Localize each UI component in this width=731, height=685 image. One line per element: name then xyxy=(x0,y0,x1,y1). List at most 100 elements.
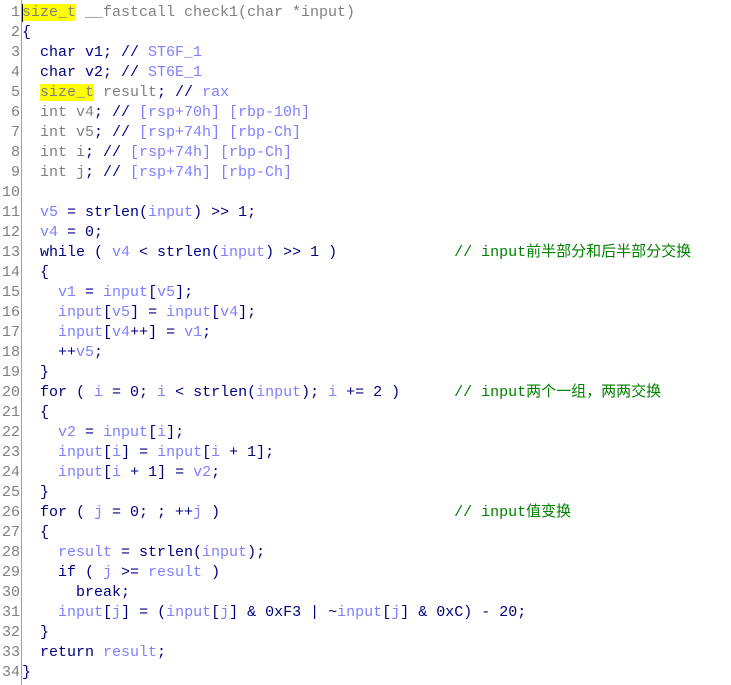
line-number: 19 xyxy=(1,364,20,381)
code-token: int v4 xyxy=(22,104,95,121)
code-token: [rsp+70h] [rbp-10h] xyxy=(139,104,311,121)
line-number: 15 xyxy=(1,284,20,301)
line-number: 24 xyxy=(1,464,20,481)
code-line[interactable]: 21 { xyxy=(0,403,731,423)
code-token: input xyxy=(337,604,383,621)
code-line[interactable]: 23 input[i] = input[i + 1]; xyxy=(0,443,731,463)
code-line[interactable]: 2{ xyxy=(0,23,731,43)
code-token: [ xyxy=(148,284,158,301)
code-token: >= xyxy=(112,564,149,581)
highlighted-token: size_t xyxy=(22,4,77,21)
code-token: input xyxy=(166,304,212,321)
code-token: ) xyxy=(202,504,455,521)
code-token: input xyxy=(256,384,302,401)
code-line[interactable]: 3 char v1; // ST6F_1 xyxy=(0,43,731,63)
code-token: ) >> 1 ) xyxy=(265,244,455,261)
code-text: int v4; // [rsp+70h] [rbp-10h] xyxy=(20,103,310,123)
code-token: v5 xyxy=(112,304,131,321)
code-line[interactable]: 14 { xyxy=(0,263,731,283)
code-token: [ xyxy=(211,604,221,621)
code-line[interactable]: 24 input[i + 1] = v2; xyxy=(0,463,731,483)
line-number: 4 xyxy=(10,64,20,81)
code-token: input xyxy=(58,304,104,321)
code-token: { xyxy=(22,264,50,281)
code-line[interactable]: 19 } xyxy=(0,363,731,383)
code-token: break; xyxy=(22,584,131,601)
code-text: input[i] = input[i + 1]; xyxy=(20,443,274,463)
code-line[interactable]: 11 v5 = strlen(input) >> 1; xyxy=(0,203,731,223)
code-token: = xyxy=(76,284,104,301)
code-token: [ xyxy=(211,304,221,321)
code-token: char v2; // xyxy=(22,64,149,81)
code-token: ) >> 1; xyxy=(193,204,257,221)
code-token: __fastcall check1(char *input) xyxy=(76,4,356,21)
code-line[interactable]: 29 if ( j >= result ) xyxy=(0,563,731,583)
code-line[interactable]: 26 for ( j = 0; ; ++j ) // input值变换 xyxy=(0,503,731,523)
code-line[interactable]: 1 size_t __fastcall check1(char *input) xyxy=(0,3,731,23)
code-line[interactable]: 13 while ( v4 < strlen(input) >> 1 ) // … xyxy=(0,243,731,263)
code-token: input xyxy=(202,544,248,561)
code-line[interactable]: 9 int j; // [rsp+74h] [rbp-Ch] xyxy=(0,163,731,183)
code-line[interactable]: 18 ++v5; xyxy=(0,343,731,363)
code-line[interactable]: 6 int v4; // [rsp+70h] [rbp-10h] xyxy=(0,103,731,123)
code-token: = strlen( xyxy=(58,204,149,221)
code-line[interactable]: 20 for ( i = 0; i < strlen(input); i += … xyxy=(0,383,731,403)
code-text: ++v5; xyxy=(20,343,103,363)
line-number: 2 xyxy=(10,24,20,41)
code-line[interactable]: 5 size_t result; // rax xyxy=(0,83,731,103)
code-token: input xyxy=(58,464,104,481)
code-line[interactable]: 32 } xyxy=(0,623,731,643)
code-token: } xyxy=(22,484,50,501)
code-token: ST6E_1 xyxy=(148,64,203,81)
code-token: ; // xyxy=(85,164,131,181)
code-line[interactable]: 8 int i; // [rsp+74h] [rbp-Ch] xyxy=(0,143,731,163)
code-line[interactable]: 31 input[j] = (input[j] & 0xF3 | ~input[… xyxy=(0,603,731,623)
code-line[interactable]: 16 input[v5] = input[v4]; xyxy=(0,303,731,323)
code-token: v4 xyxy=(112,324,131,341)
line-number: 30 xyxy=(1,584,20,601)
code-token: ST6F_1 xyxy=(148,44,203,61)
code-text: v1 = input[v5]; xyxy=(20,283,193,303)
code-line[interactable]: 22 v2 = input[i]; xyxy=(0,423,731,443)
line-number: 26 xyxy=(1,504,20,521)
code-token: j xyxy=(220,604,230,621)
line-number: 8 xyxy=(10,144,20,161)
code-line[interactable]: 4 char v2; // ST6E_1 xyxy=(0,63,731,83)
code-line[interactable]: 27 { xyxy=(0,523,731,543)
code-text: break; xyxy=(20,583,130,603)
code-token: [ xyxy=(103,604,113,621)
code-line[interactable]: 28 result = strlen(input); xyxy=(0,543,731,563)
code-line[interactable]: 10 xyxy=(0,183,731,203)
code-token: return xyxy=(22,644,104,661)
code-token: for ( xyxy=(22,384,95,401)
code-line[interactable]: 25 } xyxy=(0,483,731,503)
code-line[interactable]: 17 input[v4++] = v1; xyxy=(0,323,731,343)
line-number: 25 xyxy=(1,484,20,501)
code-text: v2 = input[i]; xyxy=(20,423,184,443)
code-token: char v1; // xyxy=(22,44,149,61)
code-token: v5 xyxy=(76,344,95,361)
code-line[interactable]: 12 v4 = 0; xyxy=(0,223,731,243)
code-token: } xyxy=(22,364,50,381)
code-token: input xyxy=(58,604,104,621)
code-line[interactable]: 30 break; xyxy=(0,583,731,603)
code-token: v2 xyxy=(58,424,77,441)
code-token: while ( xyxy=(22,244,113,261)
code-line[interactable]: 15 v1 = input[v5]; xyxy=(0,283,731,303)
code-token: v1 xyxy=(58,284,77,301)
code-line[interactable]: 33 return result; xyxy=(0,643,731,663)
code-text: size_t __fastcall check1(char *input) xyxy=(20,3,355,23)
code-text: char v2; // ST6E_1 xyxy=(20,63,202,83)
pseudocode-view[interactable]: 1 size_t __fastcall check1(char *input) 2{… xyxy=(0,3,731,683)
line-number: 23 xyxy=(1,444,20,461)
code-token: j xyxy=(391,604,401,621)
line-number: 5 xyxy=(10,84,20,101)
code-token: i xyxy=(157,424,167,441)
code-text: { xyxy=(20,523,49,543)
code-line[interactable]: 34} xyxy=(0,663,731,683)
code-line[interactable]: 7 int v5; // [rsp+74h] [rbp-Ch] xyxy=(0,123,731,143)
